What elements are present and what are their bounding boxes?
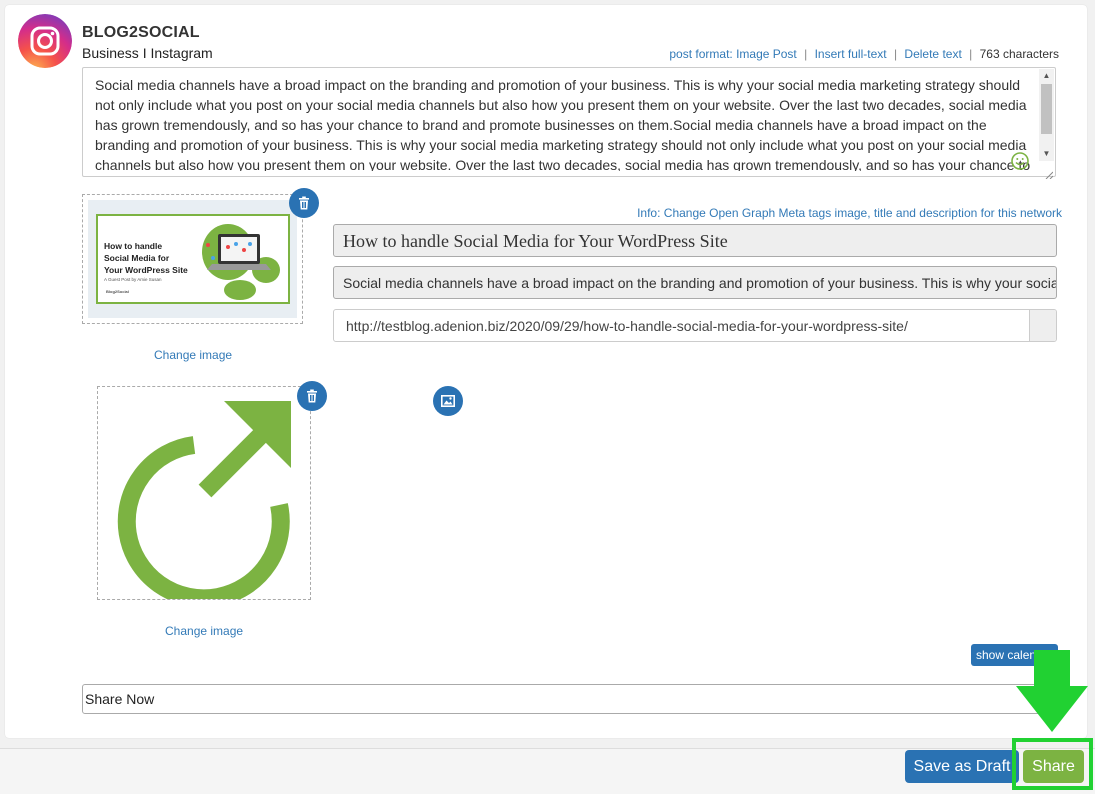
- delete-text-link[interactable]: Delete text: [904, 47, 961, 61]
- scroll-up-icon[interactable]: ▲: [1039, 69, 1054, 83]
- post-text-editor[interactable]: Social media channels have a broad impac…: [82, 67, 1056, 180]
- resize-handle-icon[interactable]: [1045, 166, 1054, 180]
- og-title-field[interactable]: How to handle Social Media for Your Word…: [333, 224, 1057, 257]
- og-description-field[interactable]: Social media channels have a broad impac…: [333, 266, 1057, 299]
- delete-image-button[interactable]: [297, 381, 327, 411]
- share-schedule-select[interactable]: Share Now: [82, 684, 1056, 714]
- separator: |: [804, 47, 808, 61]
- change-image-link[interactable]: Change image: [165, 624, 243, 638]
- url-addon[interactable]: [1029, 310, 1056, 341]
- preview-image-box: How to handle Social Media for Your Word…: [82, 194, 303, 324]
- preview-title-line: How to handle: [104, 241, 163, 251]
- save-as-draft-button[interactable]: Save as Draft: [905, 750, 1019, 783]
- separator: |: [969, 47, 973, 61]
- post-tools: post format: Image Post | Insert full-te…: [669, 47, 1059, 61]
- preview-byline: A Guest Post by Amie Susan: [104, 277, 162, 282]
- og-url-field[interactable]: http://testblog.adenion.biz/2020/09/29/h…: [333, 309, 1057, 342]
- emoji-icon[interactable]: [1011, 152, 1029, 170]
- trash-icon: [299, 196, 309, 210]
- trash-icon: [307, 389, 317, 403]
- add-image-button[interactable]: [433, 386, 463, 416]
- network-name: BLOG2SOCIAL: [82, 24, 200, 41]
- network-type: Business I Instagram: [82, 45, 213, 61]
- character-count: 763 characters: [979, 47, 1059, 61]
- change-image-link[interactable]: Change image: [154, 348, 232, 362]
- share-arrow-icon: [117, 401, 291, 599]
- preview-title-line: Social Media for: [104, 253, 170, 263]
- separator: |: [893, 47, 898, 61]
- preview-image: How to handle Social Media for Your Word…: [88, 200, 297, 318]
- editor-scrollbar[interactable]: ▲ ▼: [1039, 69, 1054, 161]
- image-icon: [441, 395, 455, 407]
- post-text[interactable]: Social media channels have a broad impac…: [95, 75, 1033, 171]
- instagram-icon: [18, 14, 72, 68]
- og-url-value[interactable]: http://testblog.adenion.biz/2020/09/29/h…: [346, 318, 908, 334]
- insert-full-text-link[interactable]: Insert full-text: [815, 47, 887, 61]
- scroll-thumb[interactable]: [1041, 84, 1052, 134]
- preview-title-line: Your WordPress Site: [104, 265, 188, 275]
- share-image-box: [97, 386, 311, 600]
- delete-image-button[interactable]: [289, 188, 319, 218]
- share-highlight-frame: [1012, 738, 1093, 790]
- preview-logo: Blog2Social: [106, 289, 129, 294]
- post-format-link[interactable]: post format: Image Post: [669, 47, 796, 61]
- down-arrow-icon: [1016, 650, 1088, 732]
- scroll-down-icon[interactable]: ▼: [1039, 147, 1054, 161]
- og-info-link[interactable]: Info: Change Open Graph Meta tags image,…: [637, 206, 1062, 220]
